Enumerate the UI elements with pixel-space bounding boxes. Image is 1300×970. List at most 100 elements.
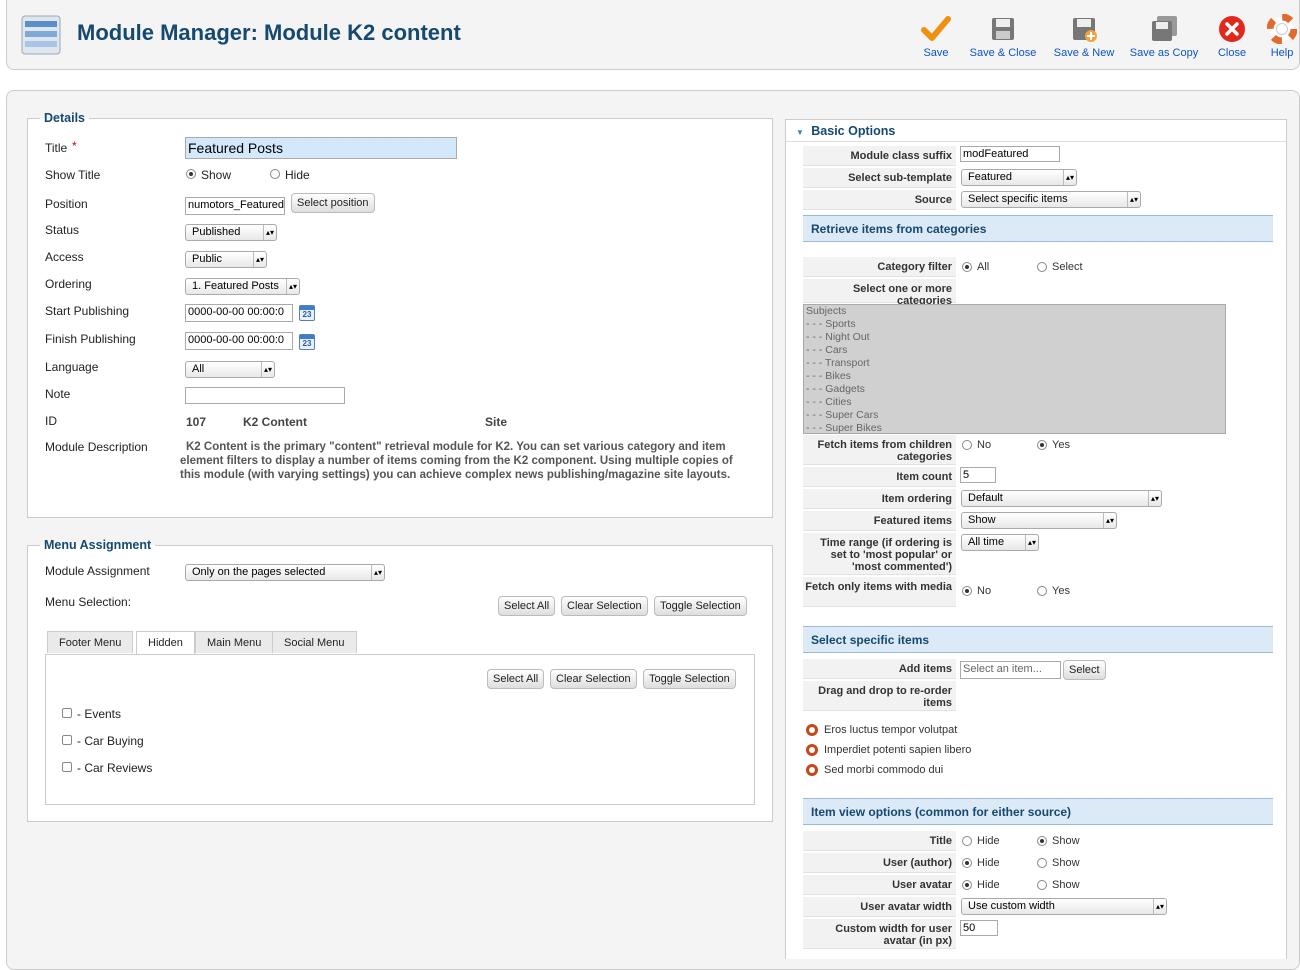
language-value: All xyxy=(192,363,205,375)
toggle-selection-button[interactable]: Toggle Selection xyxy=(654,596,747,616)
category-option[interactable]: - - - Cities xyxy=(806,396,1223,409)
category-option[interactable]: Subjects xyxy=(806,305,1223,318)
access-select[interactable]: Public ▴▾ xyxy=(185,251,267,268)
page-title: Module Manager: Module K2 content xyxy=(77,20,461,45)
children-yes-radio[interactable] xyxy=(1037,440,1047,450)
title-label: Title xyxy=(45,141,68,155)
menu-item-checkbox[interactable] xyxy=(62,762,72,772)
time-range-select[interactable]: All time ▴▾ xyxy=(961,534,1039,551)
category-filter-select-radio[interactable] xyxy=(1037,262,1047,272)
hide-option-label: Hide xyxy=(977,835,1000,847)
drag-reorder-label: Drag and drop to re-order items xyxy=(803,681,956,711)
media-no-radio[interactable] xyxy=(962,586,972,596)
add-items-label: Add items xyxy=(803,659,956,679)
help-button[interactable]: Help xyxy=(1267,14,1297,59)
item-view-options-header: Item view options (common for either sou… xyxy=(803,798,1273,825)
title-show-radio[interactable] xyxy=(1037,836,1047,846)
category-option[interactable]: - - - Gadgets xyxy=(806,383,1223,396)
featured-items-value: Show xyxy=(968,514,996,526)
close-button[interactable]: Close xyxy=(1215,14,1249,59)
time-range-label: Time range (if ordering is set to 'most … xyxy=(803,533,956,575)
selected-item-label: Imperdiet potenti sapien libero xyxy=(824,744,972,756)
save-copy-button[interactable]: Save as Copy xyxy=(1127,14,1201,59)
author-hide-radio[interactable] xyxy=(962,858,972,868)
category-option[interactable]: - - - Super Cars xyxy=(806,409,1223,422)
ordering-select[interactable]: 1. Featured Posts ▴▾ xyxy=(185,278,300,295)
category-option[interactable]: - - - Super Bikes xyxy=(806,422,1223,435)
remove-item-icon[interactable] xyxy=(806,744,818,756)
category-option[interactable]: - - - Bikes xyxy=(806,370,1223,383)
calendar-icon[interactable]: 23 xyxy=(299,305,315,321)
tab-footer-menu[interactable]: Footer Menu xyxy=(47,631,134,653)
hide-option-label: Hide xyxy=(285,168,310,182)
module-assignment-select[interactable]: Only on the pages selected ▴▾ xyxy=(185,564,385,581)
panel-select-all-button[interactable]: Select All xyxy=(487,669,545,689)
language-select[interactable]: All ▴▾ xyxy=(185,361,275,378)
category-option[interactable]: - - - Transport xyxy=(806,357,1223,370)
class-suffix-input[interactable]: modFeatured xyxy=(960,146,1060,162)
children-categories-label: Fetch items from children categories xyxy=(803,435,956,465)
clear-selection-button[interactable]: Clear Selection xyxy=(561,596,648,616)
panel-toggle-selection-button[interactable]: Toggle Selection xyxy=(643,669,736,689)
user-author-label: User (author) xyxy=(803,853,956,873)
menu-item-checkbox[interactable] xyxy=(62,735,72,745)
avatar-width-select[interactable]: Use custom width ▴▾ xyxy=(961,898,1167,915)
avatar-hide-radio[interactable] xyxy=(962,880,972,890)
show-title-label: Show Title xyxy=(45,168,101,182)
tab-social-menu[interactable]: Social Menu xyxy=(272,631,357,653)
media-yes-radio[interactable] xyxy=(1037,586,1047,596)
triangle-down-icon: ▼ xyxy=(796,128,804,137)
featured-items-select[interactable]: Show ▴▾ xyxy=(961,512,1117,529)
basic-options-header[interactable]: ▼ Basic Options xyxy=(786,120,1286,142)
show-option-label: Show xyxy=(1052,879,1080,891)
menu-item-checkbox[interactable] xyxy=(62,708,72,718)
author-show-radio[interactable] xyxy=(1037,858,1047,868)
children-no-radio[interactable] xyxy=(962,440,972,450)
position-input[interactable]: numotors_Featured xyxy=(185,197,285,215)
yes-option-label: Yes xyxy=(1052,585,1070,597)
menu-tabs: Footer Menu Hidden Main Menu Social Menu xyxy=(47,631,757,655)
category-option[interactable]: - - - Night Out xyxy=(806,331,1223,344)
save-button[interactable]: Save xyxy=(918,14,954,59)
tab-hidden[interactable]: Hidden xyxy=(136,631,195,654)
title-hide-radio[interactable] xyxy=(962,836,972,846)
remove-item-icon[interactable] xyxy=(806,764,818,776)
save-new-button[interactable]: Save & New xyxy=(1051,14,1117,59)
remove-item-icon[interactable] xyxy=(806,724,818,736)
select-all-button[interactable]: Select All xyxy=(498,596,556,616)
note-input[interactable] xyxy=(185,387,345,404)
item-ordering-select[interactable]: Default ▴▾ xyxy=(961,490,1162,507)
tab-main-menu[interactable]: Main Menu xyxy=(195,631,274,653)
start-publishing-input[interactable]: 0000-00-00 00:00:0 xyxy=(185,304,293,322)
select-position-button[interactable]: Select position xyxy=(291,193,375,213)
calendar-icon[interactable]: 23 xyxy=(299,334,315,350)
menu-item-label: - Car Buying xyxy=(77,734,144,748)
save-close-button[interactable]: Save & Close xyxy=(967,14,1039,59)
source-label: Source xyxy=(803,190,956,210)
status-select[interactable]: Published ▴▾ xyxy=(185,224,277,241)
custom-width-input[interactable]: 50 xyxy=(960,920,998,936)
access-label: Access xyxy=(45,250,84,264)
category-option[interactable]: - - - Cars xyxy=(806,344,1223,357)
finish-publishing-input[interactable]: 0000-00-00 00:00:0 xyxy=(185,332,293,350)
item-count-input[interactable]: 5 xyxy=(960,467,996,483)
options-panel: ▼ Basic Options Module class suffix modF… xyxy=(785,119,1287,959)
title-input[interactable]: Featured Posts xyxy=(185,137,457,159)
panel-clear-selection-button[interactable]: Clear Selection xyxy=(550,669,637,689)
category-option[interactable]: - - - Sports xyxy=(806,318,1223,331)
subtemplate-select[interactable]: Featured ▴▾ xyxy=(961,169,1077,186)
user-avatar-label: User avatar xyxy=(803,875,956,895)
required-mark: * xyxy=(72,139,77,153)
category-filter-all-radio[interactable] xyxy=(962,262,972,272)
add-items-select-button[interactable]: Select xyxy=(1063,660,1106,680)
show-title-hide-radio[interactable] xyxy=(270,169,280,179)
language-label: Language xyxy=(45,360,99,374)
save-close-label: Save & Close xyxy=(969,47,1037,59)
avatar-show-radio[interactable] xyxy=(1037,880,1047,890)
chevron-updown-icon: ▴▾ xyxy=(1063,170,1076,185)
source-select[interactable]: Select specific items ▴▾ xyxy=(961,191,1141,208)
show-title-show-radio[interactable] xyxy=(186,169,196,179)
class-suffix-label: Module class suffix xyxy=(803,146,956,166)
add-items-input[interactable]: Select an item... xyxy=(960,661,1061,679)
categories-multiselect[interactable]: Subjects - - - Sports - - - Night Out - … xyxy=(803,304,1226,434)
